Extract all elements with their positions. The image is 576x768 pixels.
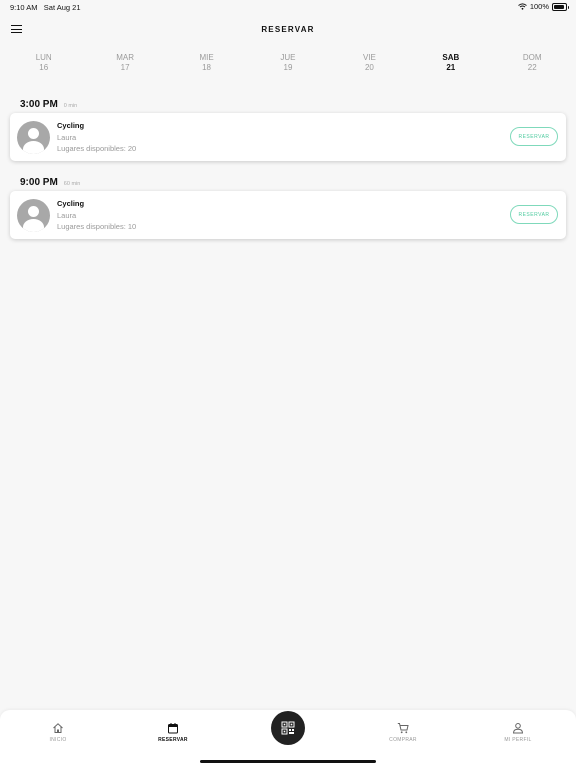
instructor-name: Laura bbox=[57, 132, 77, 142]
battery-icon bbox=[552, 2, 569, 11]
header: RESERVAR bbox=[0, 18, 576, 42]
slot-time: 3:00 PM bbox=[20, 99, 58, 110]
day-number: 21 bbox=[446, 62, 456, 72]
day-number: 20 bbox=[364, 62, 374, 72]
day-name: MAR bbox=[116, 53, 135, 62]
tab-label: INICIO bbox=[49, 737, 67, 743]
status-time-date: 9:10 AM Sat Aug 21 bbox=[10, 3, 81, 12]
cart-icon bbox=[397, 723, 409, 734]
wifi-icon bbox=[517, 3, 527, 10]
status-bar: 9:10 AM Sat Aug 21 100% bbox=[0, 0, 576, 14]
day-name: MIE bbox=[199, 53, 214, 62]
day-number: 17 bbox=[120, 62, 130, 72]
status-date: Sat Aug 21 bbox=[43, 3, 81, 12]
class-card[interactable]: Cycling Laura Lugares disponibles: 10 RE… bbox=[10, 191, 566, 239]
home-icon bbox=[53, 723, 63, 733]
slot-time: 9:00 PM bbox=[20, 177, 58, 188]
day-name: SAB bbox=[442, 53, 460, 62]
slot-duration: 60 min bbox=[63, 181, 81, 187]
class-info: Cycling Laura Lugares disponibles: 10 bbox=[57, 198, 136, 233]
class-info: Cycling Laura Lugares disponibles: 20 bbox=[57, 120, 136, 155]
day-name: VIE bbox=[362, 53, 376, 62]
qr-code-icon bbox=[281, 721, 295, 735]
status-time: 9:10 AM bbox=[10, 3, 38, 12]
available-spots: Lugares disponibles: 20 bbox=[57, 144, 137, 153]
slot-header: 3:00 PM 0 min bbox=[20, 99, 77, 110]
day-wednesday[interactable]: MIE 18 bbox=[166, 53, 247, 72]
day-number: 22 bbox=[527, 62, 537, 72]
slot-header: 9:00 PM 60 min bbox=[20, 177, 80, 188]
day-name: JUE bbox=[280, 53, 296, 62]
home-indicator bbox=[200, 760, 376, 763]
tab-label: MI PERFIL bbox=[504, 737, 532, 743]
day-friday[interactable]: VIE 20 bbox=[329, 53, 410, 72]
battery-percentage: 100% bbox=[529, 2, 549, 11]
tab-comprar[interactable]: COMPRAR bbox=[373, 722, 433, 743]
class-name: Cycling bbox=[57, 121, 85, 130]
tab-reservar[interactable]: RESERVAR bbox=[143, 722, 203, 743]
page-title: RESERVAR bbox=[261, 25, 315, 34]
day-selector: LUN 16 MAR 17 MIE 18 JUE 19 VIE 20 SAB 2… bbox=[3, 53, 573, 72]
slot-duration: 0 min bbox=[63, 103, 78, 109]
tab-label: COMPRAR bbox=[389, 737, 417, 743]
tab-inicio[interactable]: INICIO bbox=[28, 722, 88, 743]
day-number: 19 bbox=[283, 62, 293, 72]
tab-label: RESERVAR bbox=[158, 737, 188, 743]
instructor-name: Laura bbox=[57, 210, 77, 220]
day-thursday[interactable]: JUE 19 bbox=[247, 53, 328, 72]
tab-mi-perfil[interactable]: MI PERFIL bbox=[488, 722, 548, 743]
day-number: 16 bbox=[39, 62, 49, 72]
day-tuesday[interactable]: MAR 17 bbox=[84, 53, 165, 72]
class-card[interactable]: Cycling Laura Lugares disponibles: 20 RE… bbox=[10, 113, 566, 161]
day-monday[interactable]: LUN 16 bbox=[3, 53, 84, 72]
profile-icon bbox=[512, 723, 524, 734]
available-spots: Lugares disponibles: 10 bbox=[57, 222, 137, 231]
day-saturday[interactable]: SAB 21 bbox=[410, 53, 491, 72]
status-indicators: 100% bbox=[517, 2, 569, 11]
reserve-button[interactable]: RESERVAR bbox=[510, 127, 558, 146]
day-sunday[interactable]: DOM 22 bbox=[492, 53, 573, 72]
qr-scan-button[interactable] bbox=[271, 711, 305, 745]
avatar bbox=[17, 199, 50, 232]
class-name: Cycling bbox=[57, 199, 85, 208]
day-number: 18 bbox=[202, 62, 211, 72]
avatar bbox=[17, 121, 50, 154]
reserve-button[interactable]: RESERVAR bbox=[510, 205, 558, 224]
day-name: DOM bbox=[522, 53, 542, 62]
calendar-icon bbox=[168, 723, 178, 734]
day-name: LUN bbox=[35, 53, 52, 62]
